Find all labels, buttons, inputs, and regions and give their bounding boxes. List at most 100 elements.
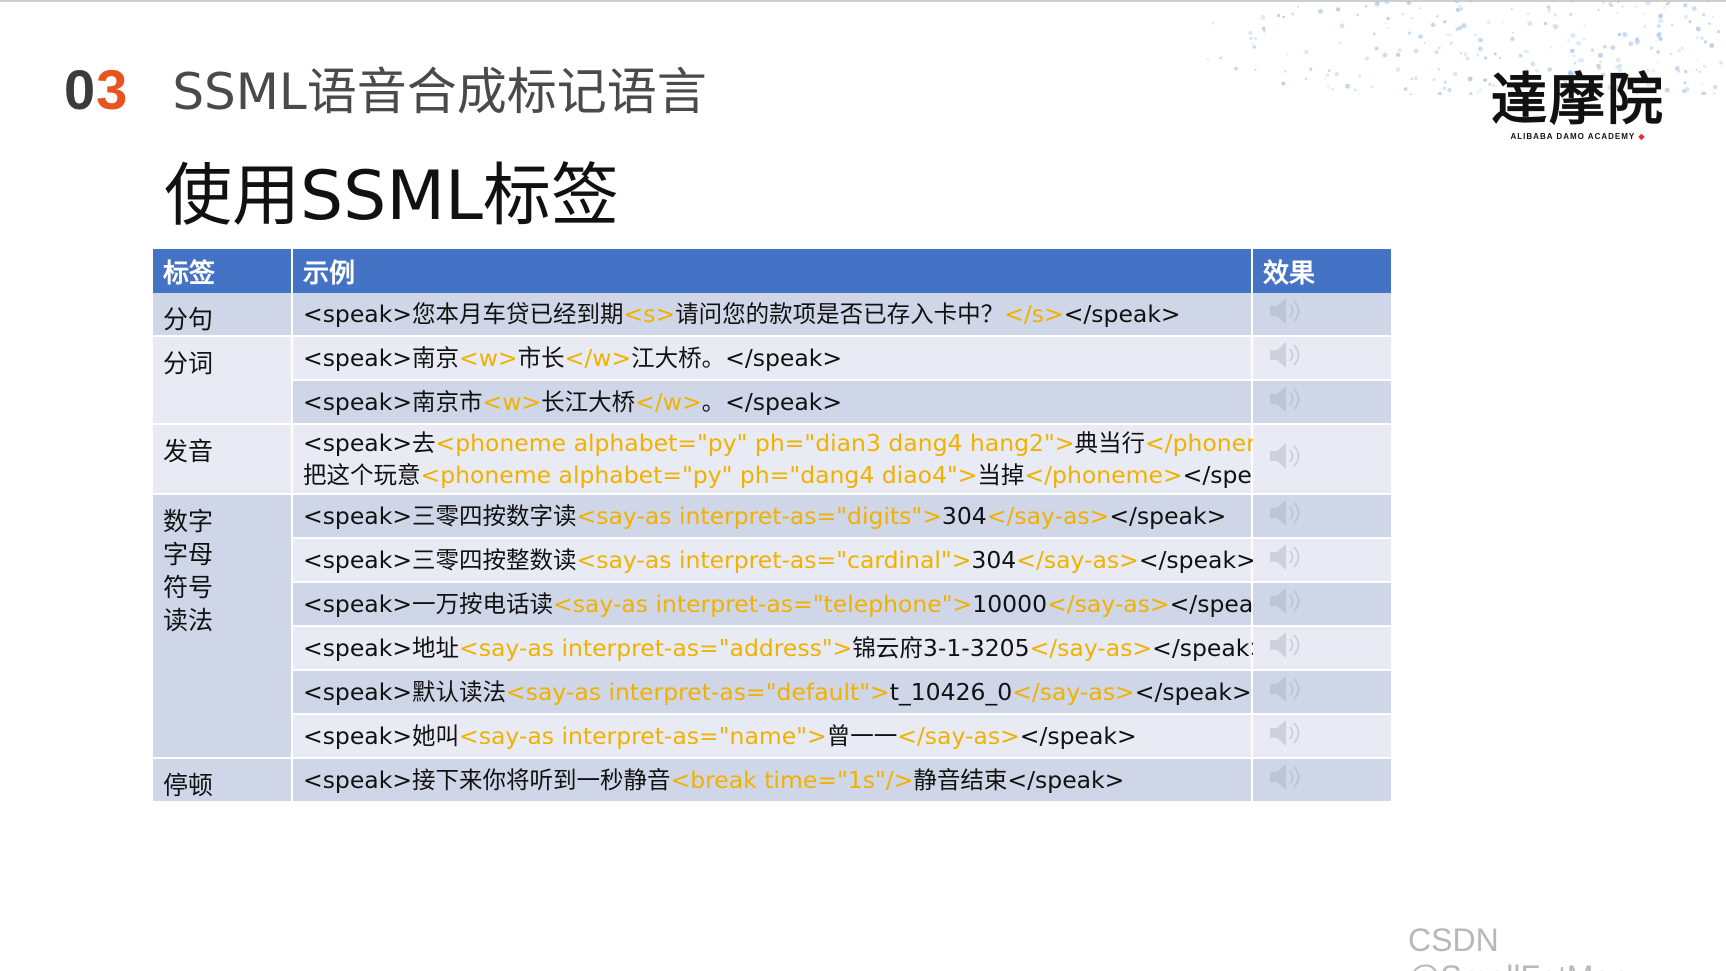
effect-cell <box>1253 337 1391 379</box>
ssml-tag-text: <say-as interpret-as="telephone"> <box>553 590 973 618</box>
speaker-icon[interactable] <box>1267 498 1305 534</box>
example-text: </speak> <box>1019 722 1137 750</box>
speaker-icon[interactable] <box>1267 586 1305 622</box>
example-line: <speak>您本月车贷已经到期<s>请问您的款项是否已存入卡中？</s></s… <box>303 298 1241 330</box>
tag-cell: 数字 字母 符号 读法 <box>153 495 293 759</box>
ssml-tag-text: </say-as> <box>1047 590 1170 618</box>
example-line: <speak>默认读法<say-as interpret-as="default… <box>303 676 1252 708</box>
example-line: <speak>她叫<say-as interpret-as="name">曾一一… <box>303 720 1241 752</box>
example-cell: <speak>您本月车贷已经到期<s>请问您的款项是否已存入卡中？</s></s… <box>293 293 1253 335</box>
example-text: 请问您的款项是否已存入卡中？ <box>675 300 1005 328</box>
speaker-icon[interactable] <box>1267 674 1305 710</box>
example-text: <speak>默认读法 <box>303 678 507 706</box>
table-row: <speak>一万按电话读<say-as interpret-as="telep… <box>293 583 1391 627</box>
example-text: <speak>一万按电话读 <box>303 590 554 618</box>
table-header: 标签 示例 效果 <box>153 249 1391 293</box>
speaker-icon[interactable] <box>1267 542 1305 578</box>
effect-cell <box>1253 425 1391 493</box>
table-row: <speak>去<phoneme alphabet="py" ph="dian3… <box>293 425 1391 495</box>
ssml-tag-text: </say-as> <box>897 722 1020 750</box>
logo-sub-text: ALIBABA DAMO ACADEMY ◆ <box>1510 132 1646 141</box>
example-line: <speak>南京<w>市长</w>江大桥。</speak> <box>303 342 1241 374</box>
example-text: </speak> <box>1134 678 1252 706</box>
example-text: t_10426_0 <box>889 678 1013 706</box>
example-text: </speak> <box>1138 546 1256 574</box>
effect-cell <box>1253 627 1391 669</box>
ssml-tag-text: <say-as interpret-as="address"> <box>459 634 853 662</box>
example-cell: <speak>三零四按整数读<say-as interpret-as="card… <box>293 539 1256 581</box>
example-cell: <speak>默认读法<say-as interpret-as="default… <box>293 671 1253 713</box>
example-text: <speak>南京市 <box>303 388 483 416</box>
ssml-tag-text: <phoneme alphabet="py" ph="dang4 diao4"> <box>420 461 978 489</box>
ssml-tag-text: <s> <box>623 300 676 328</box>
section-title: SSML语音合成标记语言 <box>172 63 707 121</box>
example-text: </speak> <box>1109 502 1227 530</box>
ssml-tag-text: <phoneme alphabet="py" ph="dian3 dang4 h… <box>435 429 1075 457</box>
example-line: <speak>一万按电话读<say-as interpret-as="telep… <box>303 588 1287 620</box>
speaker-icon[interactable] <box>1267 630 1305 666</box>
effect-cell <box>1253 715 1391 757</box>
example-text: </speak> <box>1152 634 1270 662</box>
example-line: <speak>南京市<w>长江大桥</w>。</speak> <box>303 386 1241 418</box>
table-row: <speak>南京市<w>长江大桥</w>。</speak> <box>293 381 1391 425</box>
table-row: <speak>地址<say-as interpret-as="address">… <box>293 627 1391 671</box>
table-row: <speak>三零四按整数读<say-as interpret-as="card… <box>293 539 1391 583</box>
speaker-icon[interactable] <box>1267 762 1305 798</box>
ssml-tag-text: <say-as interpret-as="default"> <box>506 678 890 706</box>
slide: 03 SSML语音合成标记语言 使用SSML标签 達摩院 ALIBABA DAM… <box>0 0 1726 971</box>
example-text: 市长 <box>517 344 565 372</box>
example-text: <speak>三零四按整数读 <box>303 546 577 574</box>
example-line: <speak>接下来你将听到一秒静音<break time="1s"/>静音结束… <box>303 764 1241 796</box>
speaker-icon[interactable] <box>1267 296 1305 332</box>
effect-cell <box>1253 759 1391 801</box>
speaker-icon[interactable] <box>1267 384 1305 420</box>
effect-cell <box>1253 495 1391 537</box>
speaker-icon[interactable] <box>1267 441 1305 477</box>
example-text: 长江大桥 <box>541 388 636 416</box>
example-line: <speak>去<phoneme alphabet="py" ph="dian3… <box>303 427 1303 459</box>
ssml-tag-text: <say-as interpret-as="name"> <box>459 722 827 750</box>
ssml-tag-text: <say-as interpret-as="cardinal"> <box>576 546 972 574</box>
column-header-example: 示例 <box>293 249 1253 293</box>
csdn-watermark: CSDN @SmallFatMan <box>1408 922 1629 971</box>
example-cell: <speak>南京市<w>长江大桥</w>。</speak> <box>293 381 1253 423</box>
example-text: <speak>您本月车贷已经到期 <box>303 300 624 328</box>
example-text: 当掉 <box>977 461 1025 489</box>
example-cell: <speak>去<phoneme alphabet="py" ph="dian3… <box>293 425 1303 493</box>
example-text: 10000 <box>972 590 1048 618</box>
example-text: 304 <box>971 546 1017 574</box>
example-column: <speak>您本月车贷已经到期<s>请问您的款项是否已存入卡中？</s></s… <box>293 293 1391 803</box>
effect-cell <box>1253 583 1391 625</box>
example-text: 典当行 <box>1074 429 1145 457</box>
ssml-tag-text: <say-as interpret-as="digits"> <box>576 502 942 530</box>
example-text: 锦云府3-1-3205 <box>852 634 1030 662</box>
example-text: <speak>三零四按数字读 <box>303 502 577 530</box>
effect-cell <box>1253 539 1391 581</box>
section-number: 03 <box>64 58 129 121</box>
example-text: </speak> <box>1063 300 1181 328</box>
table-row: <speak>接下来你将听到一秒静音<break time="1s"/>静音结束… <box>293 759 1391 803</box>
speaker-icon[interactable] <box>1267 718 1305 754</box>
ssml-tag-text: </say-as> <box>1029 634 1153 662</box>
example-cell: <speak>地址<say-as interpret-as="address">… <box>293 627 1269 669</box>
example-text: 。</speak> <box>701 388 843 416</box>
ssml-tag-text: </say-as> <box>1016 546 1139 574</box>
effect-cell <box>1253 381 1391 423</box>
effect-cell <box>1253 293 1391 335</box>
ssml-tag-text: </s> <box>1004 300 1064 328</box>
example-text: <speak>南京 <box>303 344 460 372</box>
speaker-icon[interactable] <box>1267 340 1305 376</box>
example-text: <speak>地址 <box>303 634 460 662</box>
ssml-tag-table: 标签 示例 效果 分句 分词 发音 数字 字母 符号 读法 停顿 <speak>您本月车… <box>153 249 1391 803</box>
example-line: <speak>三零四按数字读<say-as interpret-as="digi… <box>303 500 1241 532</box>
tag-cell: 停顿 <box>153 759 293 803</box>
slide-subtitle: 使用SSML标签 <box>164 157 619 236</box>
table-row: <speak>三零四按数字读<say-as interpret-as="digi… <box>293 495 1391 539</box>
tag-column: 分句 分词 发音 数字 字母 符号 读法 停顿 <box>153 293 293 803</box>
tag-cell: 分句 <box>153 293 293 337</box>
example-text: 曾一一 <box>826 722 898 750</box>
example-cell: <speak>接下来你将听到一秒静音<break time="1s"/>静音结束… <box>293 759 1253 801</box>
tag-cell: 分词 <box>153 337 293 425</box>
table-body: 分句 分词 发音 数字 字母 符号 读法 停顿 <speak>您本月车贷已经到期<s>请… <box>153 293 1391 803</box>
logo-main-text: 達摩院 <box>1491 67 1665 133</box>
